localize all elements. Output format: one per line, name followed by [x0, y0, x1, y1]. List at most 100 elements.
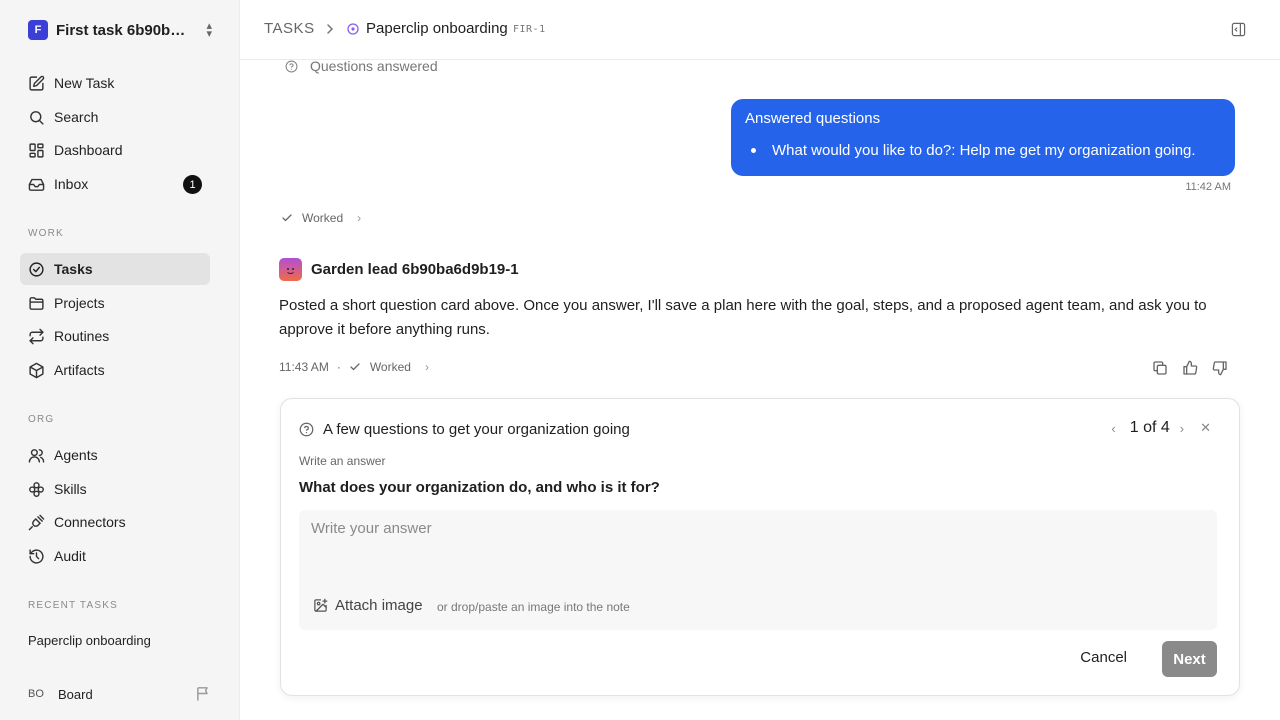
- task-id: FIR-1: [513, 24, 546, 35]
- user-name: Board: [58, 686, 93, 702]
- nav-skills[interactable]: Skills: [20, 473, 210, 505]
- question-circle-icon: [299, 422, 314, 437]
- thumbs-up-icon[interactable]: [1182, 360, 1198, 376]
- chevron-right-icon: [327, 24, 334, 34]
- question-circle-icon: [285, 60, 298, 72]
- section-work-heading: WORK: [28, 228, 64, 239]
- workspace-switcher[interactable]: F First task 6b90ba6d9b19 ▴▾: [28, 20, 218, 40]
- dashboard-icon: [29, 142, 44, 158]
- bullet: [751, 148, 756, 153]
- status-circle-icon: [347, 23, 359, 35]
- bubble-list-item: What would you like to do?: Help me get …: [745, 142, 1221, 159]
- user-message-time: 11:42 AM: [1185, 181, 1231, 193]
- worked-label: Worked: [302, 211, 344, 225]
- copy-icon[interactable]: [1152, 360, 1168, 376]
- search-icon: [30, 110, 44, 125]
- agent-message-meta: 11:43 AM · Worked ›: [279, 360, 429, 374]
- attach-hint: or drop/paste an image into the note: [437, 600, 630, 614]
- workspace-logo: F: [28, 20, 48, 40]
- attach-image-button[interactable]: Attach image: [313, 597, 423, 614]
- nav-new-task-label: New Task: [54, 75, 115, 91]
- nav-inbox[interactable]: Inbox 1: [20, 168, 210, 200]
- meta-separator: ·: [336, 360, 341, 374]
- chevron-right-icon[interactable]: ›: [1180, 421, 1184, 436]
- users-icon: [28, 448, 45, 463]
- thumbs-down-icon[interactable]: [1212, 360, 1228, 376]
- nav-inbox-label: Inbox: [54, 176, 89, 192]
- nav-projects[interactable]: Projects: [20, 287, 210, 319]
- nav-artifacts[interactable]: Artifacts: [20, 354, 210, 386]
- user-avatar: BO: [28, 688, 44, 700]
- repeat-icon: [29, 328, 44, 344]
- user-message-bubble: Answered questions What would you like t…: [731, 99, 1235, 176]
- history-icon: [29, 548, 44, 564]
- workspace-name: First task 6b90ba6d9b19: [56, 21, 188, 39]
- pencil-square-icon: [29, 75, 45, 91]
- nav-routines-label: Routines: [54, 328, 110, 344]
- agent-message: Posted a short question card above. Once…: [279, 297, 1207, 338]
- answer-input[interactable]: [311, 520, 1201, 560]
- agent-worked-toggle[interactable]: Worked ›: [349, 360, 429, 374]
- panel-toggle-icon[interactable]: [1231, 22, 1246, 37]
- nav-connectors[interactable]: Connectors: [20, 506, 210, 538]
- recent-task-item[interactable]: Paperclip onboarding: [28, 633, 151, 648]
- agent-worked-label: Worked: [369, 360, 411, 374]
- inbox-icon: [28, 178, 45, 191]
- message-actions: [1152, 360, 1228, 376]
- questions-answered-label: Questions answered: [310, 58, 438, 74]
- nav-audit[interactable]: Audit: [20, 540, 210, 572]
- question-card: A few questions to get your organization…: [280, 398, 1240, 696]
- questions-answered-row: Questions answered: [285, 58, 438, 74]
- nav-agents-label: Agents: [54, 447, 98, 463]
- agent-avatar: [279, 258, 302, 281]
- flag-icon[interactable]: [195, 685, 212, 702]
- section-org-heading: ORG: [28, 414, 55, 425]
- worked-toggle[interactable]: Worked ›: [281, 211, 361, 225]
- nav-dashboard[interactable]: Dashboard: [20, 134, 210, 166]
- question-pager: ‹ 1 of 4 › ✕: [1111, 419, 1211, 437]
- smile-face-icon: [287, 268, 294, 274]
- nav-artifacts-label: Artifacts: [54, 362, 105, 378]
- question-type-label: Write an answer: [299, 454, 386, 468]
- page-title: Paperclip onboarding: [366, 20, 508, 37]
- nav-search[interactable]: Search: [20, 101, 210, 133]
- nav-new-task[interactable]: New Task: [20, 67, 210, 99]
- agent-message-time: 11:43 AM: [279, 360, 329, 374]
- bubble-title: Answered questions: [745, 110, 881, 127]
- nav-projects-label: Projects: [54, 295, 105, 311]
- nav-tasks-label: Tasks: [54, 261, 93, 277]
- cancel-button[interactable]: Cancel: [1080, 649, 1127, 666]
- plug-icon: [28, 514, 45, 530]
- chevron-right-icon: ›: [357, 211, 362, 225]
- question-card-header: A few questions to get your organization…: [299, 421, 630, 438]
- bubble-list-text: What would you like to do?: Help me get …: [772, 142, 1196, 159]
- check-icon: [350, 363, 360, 371]
- nav-audit-label: Audit: [54, 548, 86, 564]
- nav-connectors-label: Connectors: [54, 514, 126, 530]
- inbox-count-badge: 1: [183, 175, 202, 194]
- attach-image-label: Attach image: [335, 597, 423, 614]
- close-icon[interactable]: ✕: [1200, 420, 1211, 436]
- image-plus-icon: [314, 598, 328, 612]
- agent-name: Garden lead 6b90ba6d9b19-1: [311, 261, 519, 278]
- section-recent-heading: RECENT TASKS: [28, 600, 118, 611]
- check-circle-icon: [29, 261, 44, 277]
- package-icon: [29, 362, 44, 378]
- question-text: What does your organization do, and who …: [299, 479, 660, 496]
- folder-icon: [29, 296, 44, 310]
- chevron-up-down-icon: ▴ ▾: [206, 20, 212, 40]
- nav-agents[interactable]: Agents: [20, 439, 210, 471]
- nav-dashboard-label: Dashboard: [54, 142, 123, 158]
- nav-routines[interactable]: Routines: [20, 320, 210, 352]
- page-header: TASKS Paperclip onboarding FIR-1: [240, 0, 1280, 60]
- answer-box: Attach image or drop/paste an image into…: [299, 510, 1217, 630]
- next-button[interactable]: Next: [1162, 641, 1217, 677]
- user-menu[interactable]: BO Board: [28, 684, 212, 704]
- chevron-left-icon[interactable]: ‹: [1111, 421, 1115, 436]
- nav-skills-label: Skills: [54, 481, 87, 497]
- sidebar: F First task 6b90ba6d9b19 ▴▾ New Task Se…: [0, 0, 240, 720]
- question-counter: 1 of 4: [1129, 419, 1170, 436]
- check-icon: [282, 214, 292, 222]
- nav-tasks[interactable]: Tasks: [20, 253, 210, 285]
- breadcrumb-tasks[interactable]: TASKS: [264, 20, 315, 37]
